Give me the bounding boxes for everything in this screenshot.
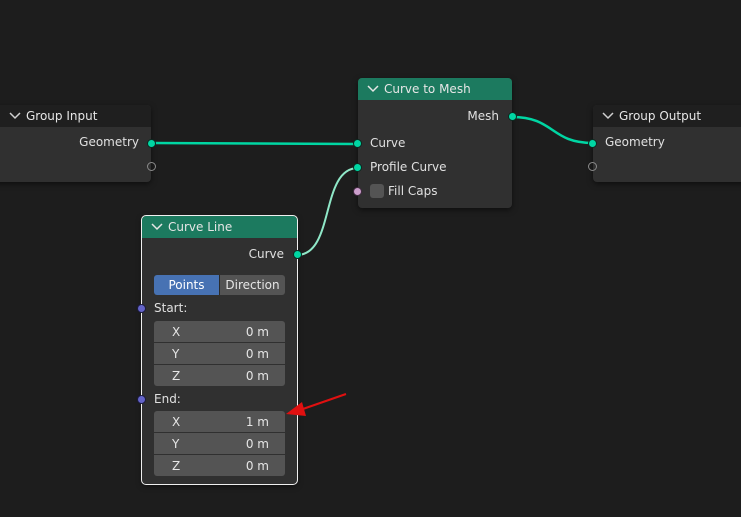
link-mesh-to-output[interactable]	[511, 115, 594, 145]
start-z-axis: Z	[172, 368, 181, 383]
start-label: Start:	[154, 301, 188, 315]
mode-points-button[interactable]: Points	[154, 275, 219, 295]
end-socket[interactable]	[137, 395, 146, 404]
start-z-value: 0 m	[245, 368, 269, 383]
node-editor-canvas[interactable]: Group Input Geometry Curve to Mesh Mesh …	[0, 0, 741, 517]
chevron-down-icon[interactable]	[8, 110, 22, 122]
group-input-geometry-socket[interactable]	[147, 139, 156, 148]
end-z-value: 0 m	[245, 458, 269, 473]
chevron-down-icon[interactable]	[601, 110, 615, 122]
end-x-axis: X	[172, 414, 181, 429]
end-y-value: 0 m	[245, 436, 269, 451]
start-x-value: 0 m	[245, 324, 269, 339]
fill-caps-checkbox[interactable]	[370, 184, 384, 198]
end-y-field[interactable]: Y 0 m	[154, 433, 285, 454]
link-geometry-to-curve[interactable]	[150, 141, 359, 146]
fill-caps-label: Fill Caps	[388, 184, 438, 198]
curve-line-node[interactable]: Curve Line Curve Points Direction Start:…	[137, 215, 302, 485]
fill-caps-socket[interactable]	[353, 187, 362, 196]
mode-toggle[interactable]: Points Direction	[154, 275, 285, 295]
end-x-value: 1 m	[245, 414, 269, 429]
curve-line-header[interactable]: Curve Line	[142, 216, 297, 238]
group-input-header[interactable]: Group Input	[0, 105, 151, 127]
group-output-geometry-label: Geometry	[605, 135, 665, 149]
curve-line-output-socket[interactable]	[293, 250, 302, 259]
start-y-axis: Y	[172, 346, 180, 361]
group-input-node[interactable]: Group Input Geometry	[0, 105, 156, 182]
link-curveline-to-profile[interactable]	[296, 167, 359, 256]
group-input-title: Group Input	[26, 109, 98, 123]
start-x-field[interactable]: X 0 m	[154, 321, 285, 342]
mesh-output-socket[interactable]	[508, 112, 517, 121]
group-input-empty-socket[interactable]	[147, 162, 156, 171]
end-x-field[interactable]: X 1 m	[154, 411, 285, 432]
curve-to-mesh-title: Curve to Mesh	[384, 82, 471, 96]
group-output-node[interactable]: Group Output Geometry	[588, 105, 741, 182]
start-y-value: 0 m	[245, 346, 269, 361]
start-y-field[interactable]: Y 0 m	[154, 343, 285, 364]
chevron-down-icon[interactable]	[150, 221, 164, 233]
mesh-output-label: Mesh	[467, 109, 499, 123]
group-input-geometry-label: Geometry	[79, 135, 139, 149]
end-y-axis: Y	[172, 436, 180, 451]
end-label: End:	[154, 392, 181, 406]
group-output-header[interactable]: Group Output	[593, 105, 741, 127]
start-x-axis: X	[172, 324, 181, 339]
group-output-geometry-socket[interactable]	[588, 139, 597, 148]
curve-line-output-label: Curve	[248, 247, 284, 261]
group-output-empty-socket[interactable]	[588, 162, 597, 171]
end-z-field[interactable]: Z 0 m	[154, 455, 285, 476]
group-output-title: Group Output	[619, 109, 702, 123]
start-z-field[interactable]: Z 0 m	[154, 365, 285, 386]
curve-to-mesh-node[interactable]: Curve to Mesh Mesh Curve Profile Curve F…	[353, 78, 517, 208]
chevron-down-icon[interactable]	[366, 83, 380, 95]
start-socket[interactable]	[137, 304, 146, 313]
curve-to-mesh-header[interactable]: Curve to Mesh	[358, 78, 512, 100]
curve-line-title: Curve Line	[168, 220, 233, 234]
curve-input-socket[interactable]	[353, 139, 362, 148]
profile-curve-input-label: Profile Curve	[370, 160, 447, 174]
mode-direction-button[interactable]: Direction	[219, 275, 285, 295]
curve-input-label: Curve	[370, 136, 406, 150]
profile-curve-input-socket[interactable]	[353, 163, 362, 172]
end-z-axis: Z	[172, 458, 181, 473]
